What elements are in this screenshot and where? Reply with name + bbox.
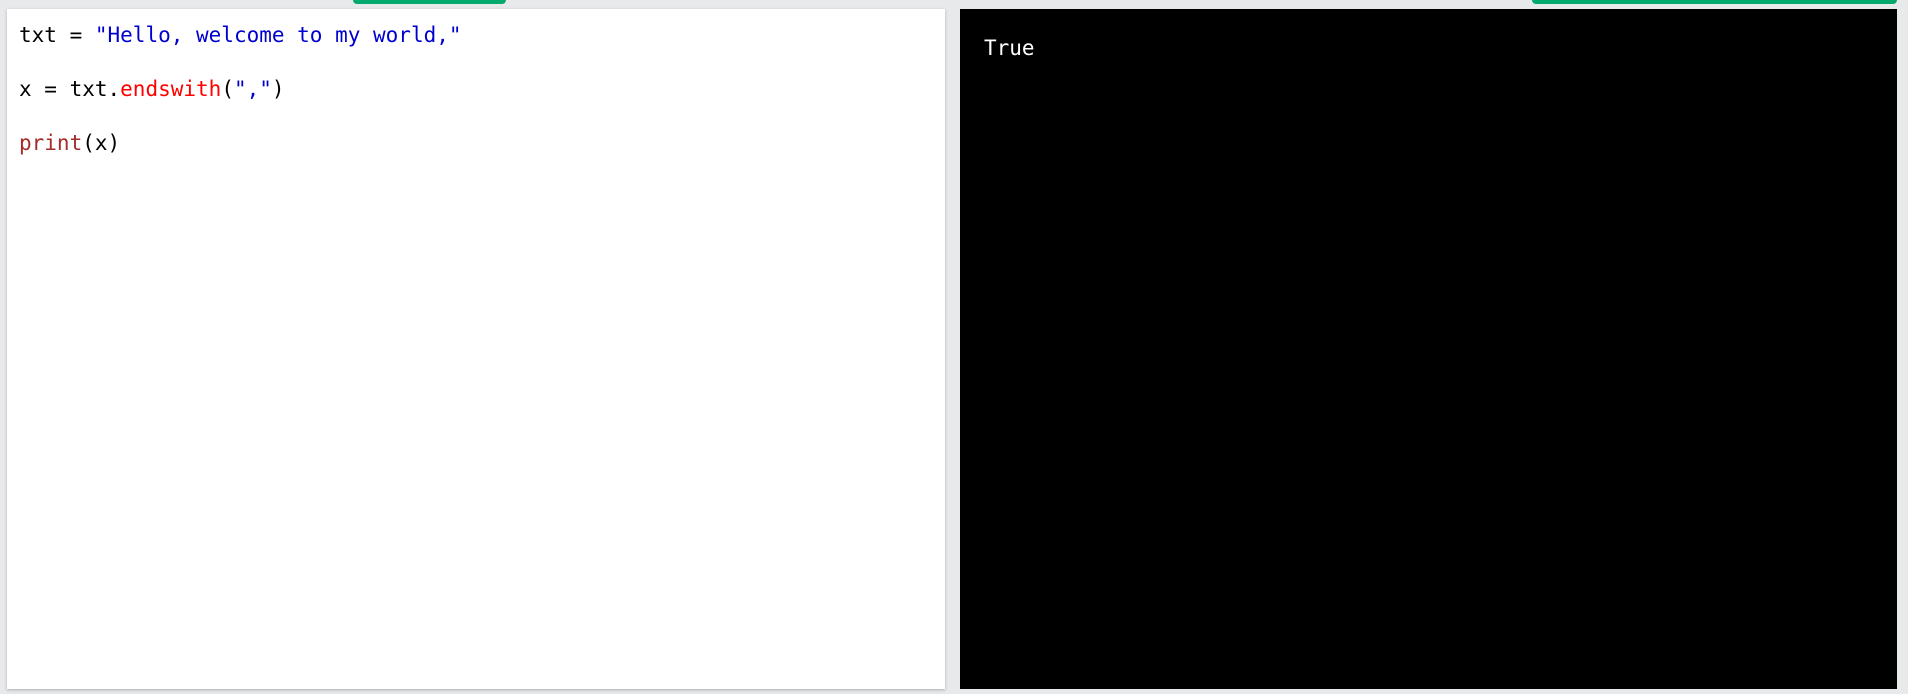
code-token-paren-close: ) (271, 77, 285, 101)
code-token-operator: = (56, 23, 95, 47)
code-token-builtin: print (19, 131, 83, 155)
run-button-tab[interactable] (353, 0, 506, 4)
code-token-assignment: x = txt. (19, 77, 121, 101)
output-panel: True (960, 9, 1897, 689)
result-tab[interactable] (1532, 0, 1897, 4)
code-token-string: "Hello, welcome to my world," (94, 23, 462, 47)
code-line-2: x = txt.endswith(",") (19, 75, 933, 129)
code-token-arg-string: "," (233, 77, 272, 101)
code-editor[interactable]: txt = "Hello, welcome to my world," x = … (7, 9, 945, 689)
code-line-3: print(x) (19, 129, 933, 183)
code-token-method: endswith (120, 77, 222, 101)
code-token-paren-open: ( (221, 77, 234, 101)
code-line-1: txt = "Hello, welcome to my world," (19, 21, 933, 75)
code-token-var: txt (19, 23, 57, 47)
output-text: True (984, 36, 1035, 60)
code-token-args: (x) (82, 131, 121, 155)
